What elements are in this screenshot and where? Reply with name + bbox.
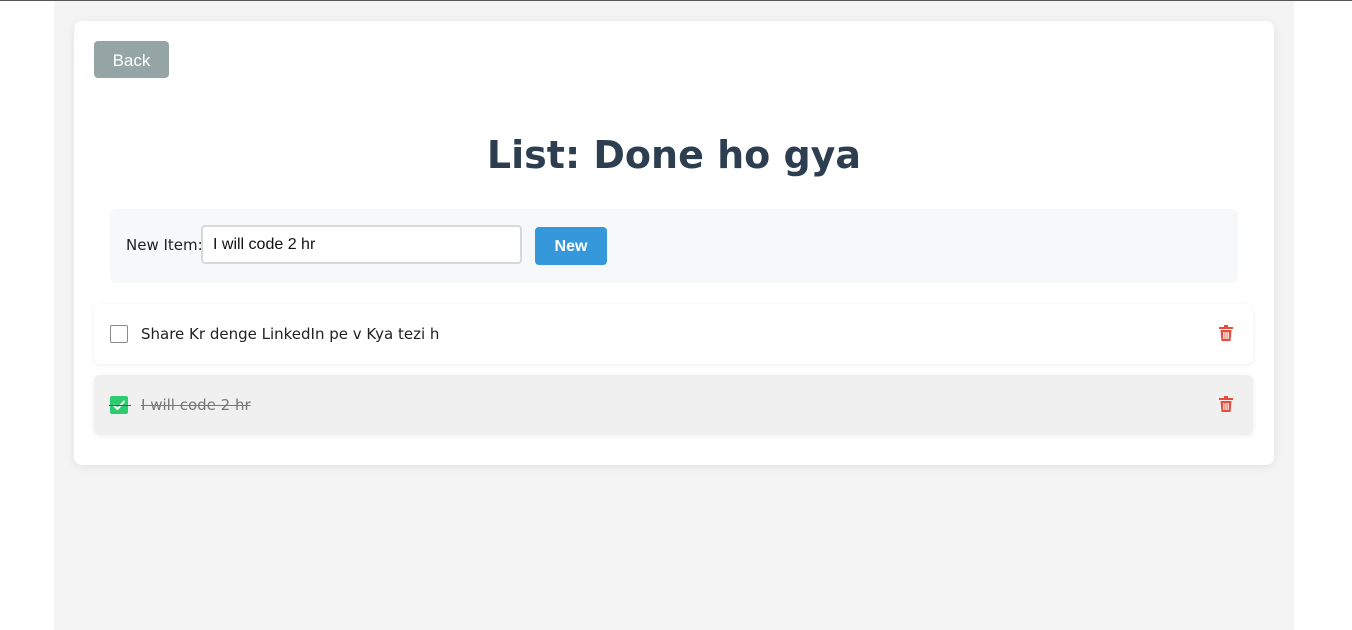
back-button[interactable]: Back (94, 41, 169, 78)
new-item-label: New Item: (126, 236, 203, 254)
list-item: I will code 2 hr (94, 375, 1253, 435)
trash-icon[interactable] (1219, 396, 1233, 412)
trash-icon[interactable] (1219, 325, 1233, 341)
item-text: I will code 2 hr (141, 396, 251, 414)
item-text: Share Kr denge LinkedIn pe v Kya tezi h (141, 325, 440, 343)
list-card: Back List: Done ho gya New Item: New Sha… (74, 21, 1274, 465)
new-item-button[interactable]: New (535, 227, 607, 265)
item-checkbox[interactable] (110, 325, 128, 343)
new-item-form: New Item: New (110, 209, 1238, 283)
strikethrough-line (109, 405, 131, 406)
list-item: Share Kr denge LinkedIn pe v Kya tezi h (94, 304, 1253, 364)
new-item-input[interactable] (201, 225, 522, 264)
page-title: List: Done ho gya (486, 133, 862, 177)
